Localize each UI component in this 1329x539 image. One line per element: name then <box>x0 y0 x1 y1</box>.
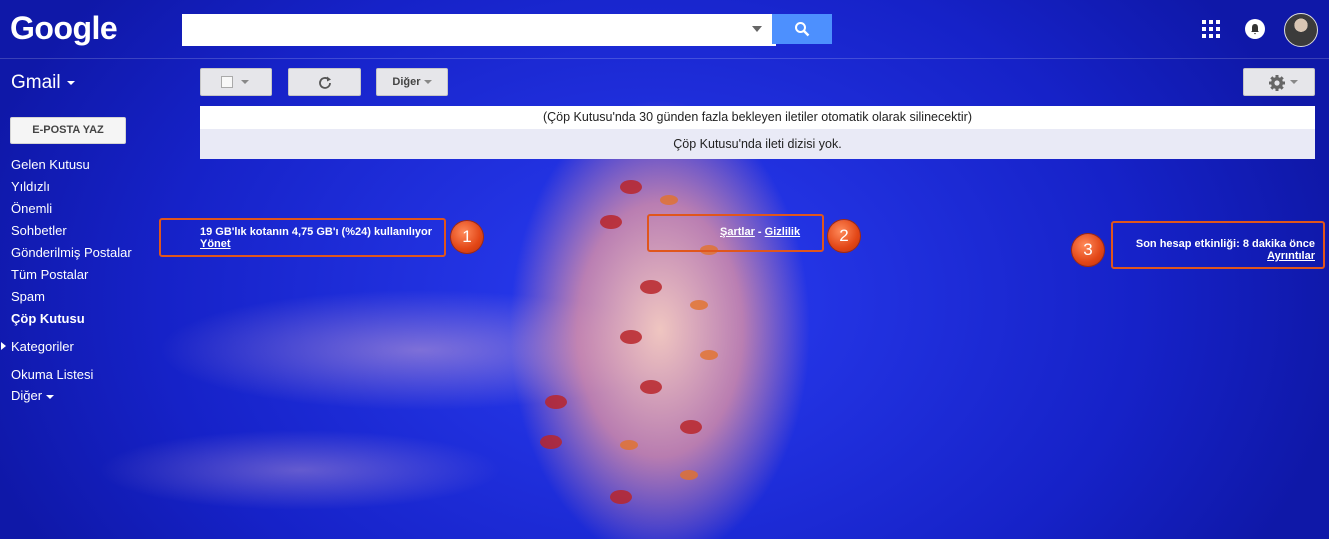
search-button[interactable] <box>772 14 832 44</box>
chevron-down-icon <box>66 80 75 85</box>
expand-arrow-icon[interactable] <box>1 342 6 350</box>
gmail-label: Gmail <box>11 72 61 93</box>
search-options-chevron-down-icon[interactable] <box>752 26 762 32</box>
chevron-down-icon <box>1290 80 1298 84</box>
chevron-down-icon <box>241 80 249 84</box>
compose-button[interactable]: E-POSTA YAZ <box>10 117 126 144</box>
sidebar-item-spam[interactable]: Spam <box>11 289 45 304</box>
search-input[interactable] <box>182 14 776 46</box>
google-logo[interactable]: Google <box>10 10 118 47</box>
account-avatar[interactable] <box>1284 13 1318 47</box>
annotation-badge-2: 2 <box>828 220 860 252</box>
sidebar-item-more[interactable]: Diğer <box>11 388 55 403</box>
link-separator: - <box>757 226 762 238</box>
top-bar: Google <box>0 0 1329 59</box>
select-checkbox[interactable] <box>221 76 233 88</box>
sidebar-item-chats[interactable]: Sohbetler <box>11 223 67 238</box>
chevron-down-icon <box>46 394 55 399</box>
chevron-down-icon <box>423 80 432 85</box>
gmail-menu[interactable]: Gmail <box>11 72 75 94</box>
sidebar-item-reading-list[interactable]: Okuma Listesi <box>11 367 93 382</box>
sidebar-item-categories[interactable]: Kategoriler <box>11 339 74 354</box>
apps-grid-icon[interactable] <box>1202 20 1220 38</box>
terms-link[interactable]: Şartlar <box>720 226 755 238</box>
sidebar-item-all-mail[interactable]: Tüm Postalar <box>11 267 88 282</box>
activity-details-link[interactable]: Ayrıntılar <box>1267 250 1315 262</box>
sidebar-item-more-label: Diğer <box>11 388 43 403</box>
manage-storage-link[interactable]: Yönet <box>200 238 231 250</box>
refresh-button[interactable] <box>288 68 361 96</box>
more-button[interactable]: Diğer <box>376 68 448 96</box>
notifications-bell-icon[interactable] <box>1245 19 1265 39</box>
sidebar-item-starred[interactable]: Yıldızlı <box>11 179 50 194</box>
sidebar-item-trash[interactable]: Çöp Kutusu <box>11 311 85 326</box>
gear-icon <box>1269 75 1285 91</box>
more-button-label: Diğer <box>392 76 421 88</box>
sidebar-item-important[interactable]: Önemli <box>11 201 52 216</box>
privacy-link[interactable]: Gizlilik <box>765 226 800 238</box>
search-icon <box>795 22 810 37</box>
select-button[interactable] <box>200 68 272 96</box>
annotation-badge-3: 3 <box>1072 234 1104 266</box>
empty-trash-message: Çöp Kutusu'nda ileti dizisi yok. <box>200 129 1315 159</box>
trash-notice: (Çöp Kutusu'nda 30 günden fazla bekleyen… <box>200 106 1315 129</box>
storage-usage-text: 19 GB'lık kotanın 4,75 GB'ı (%24) kullan… <box>200 226 433 238</box>
refresh-icon <box>319 76 331 89</box>
sidebar-item-sent[interactable]: Gönderilmiş Postalar <box>11 245 132 260</box>
annotation-badge-1: 1 <box>451 221 483 253</box>
sidebar-item-inbox[interactable]: Gelen Kutusu <box>11 157 90 172</box>
settings-button[interactable] <box>1243 68 1315 96</box>
last-activity-text: Son hesap etkinliği: 8 dakika önce <box>1135 238 1315 250</box>
